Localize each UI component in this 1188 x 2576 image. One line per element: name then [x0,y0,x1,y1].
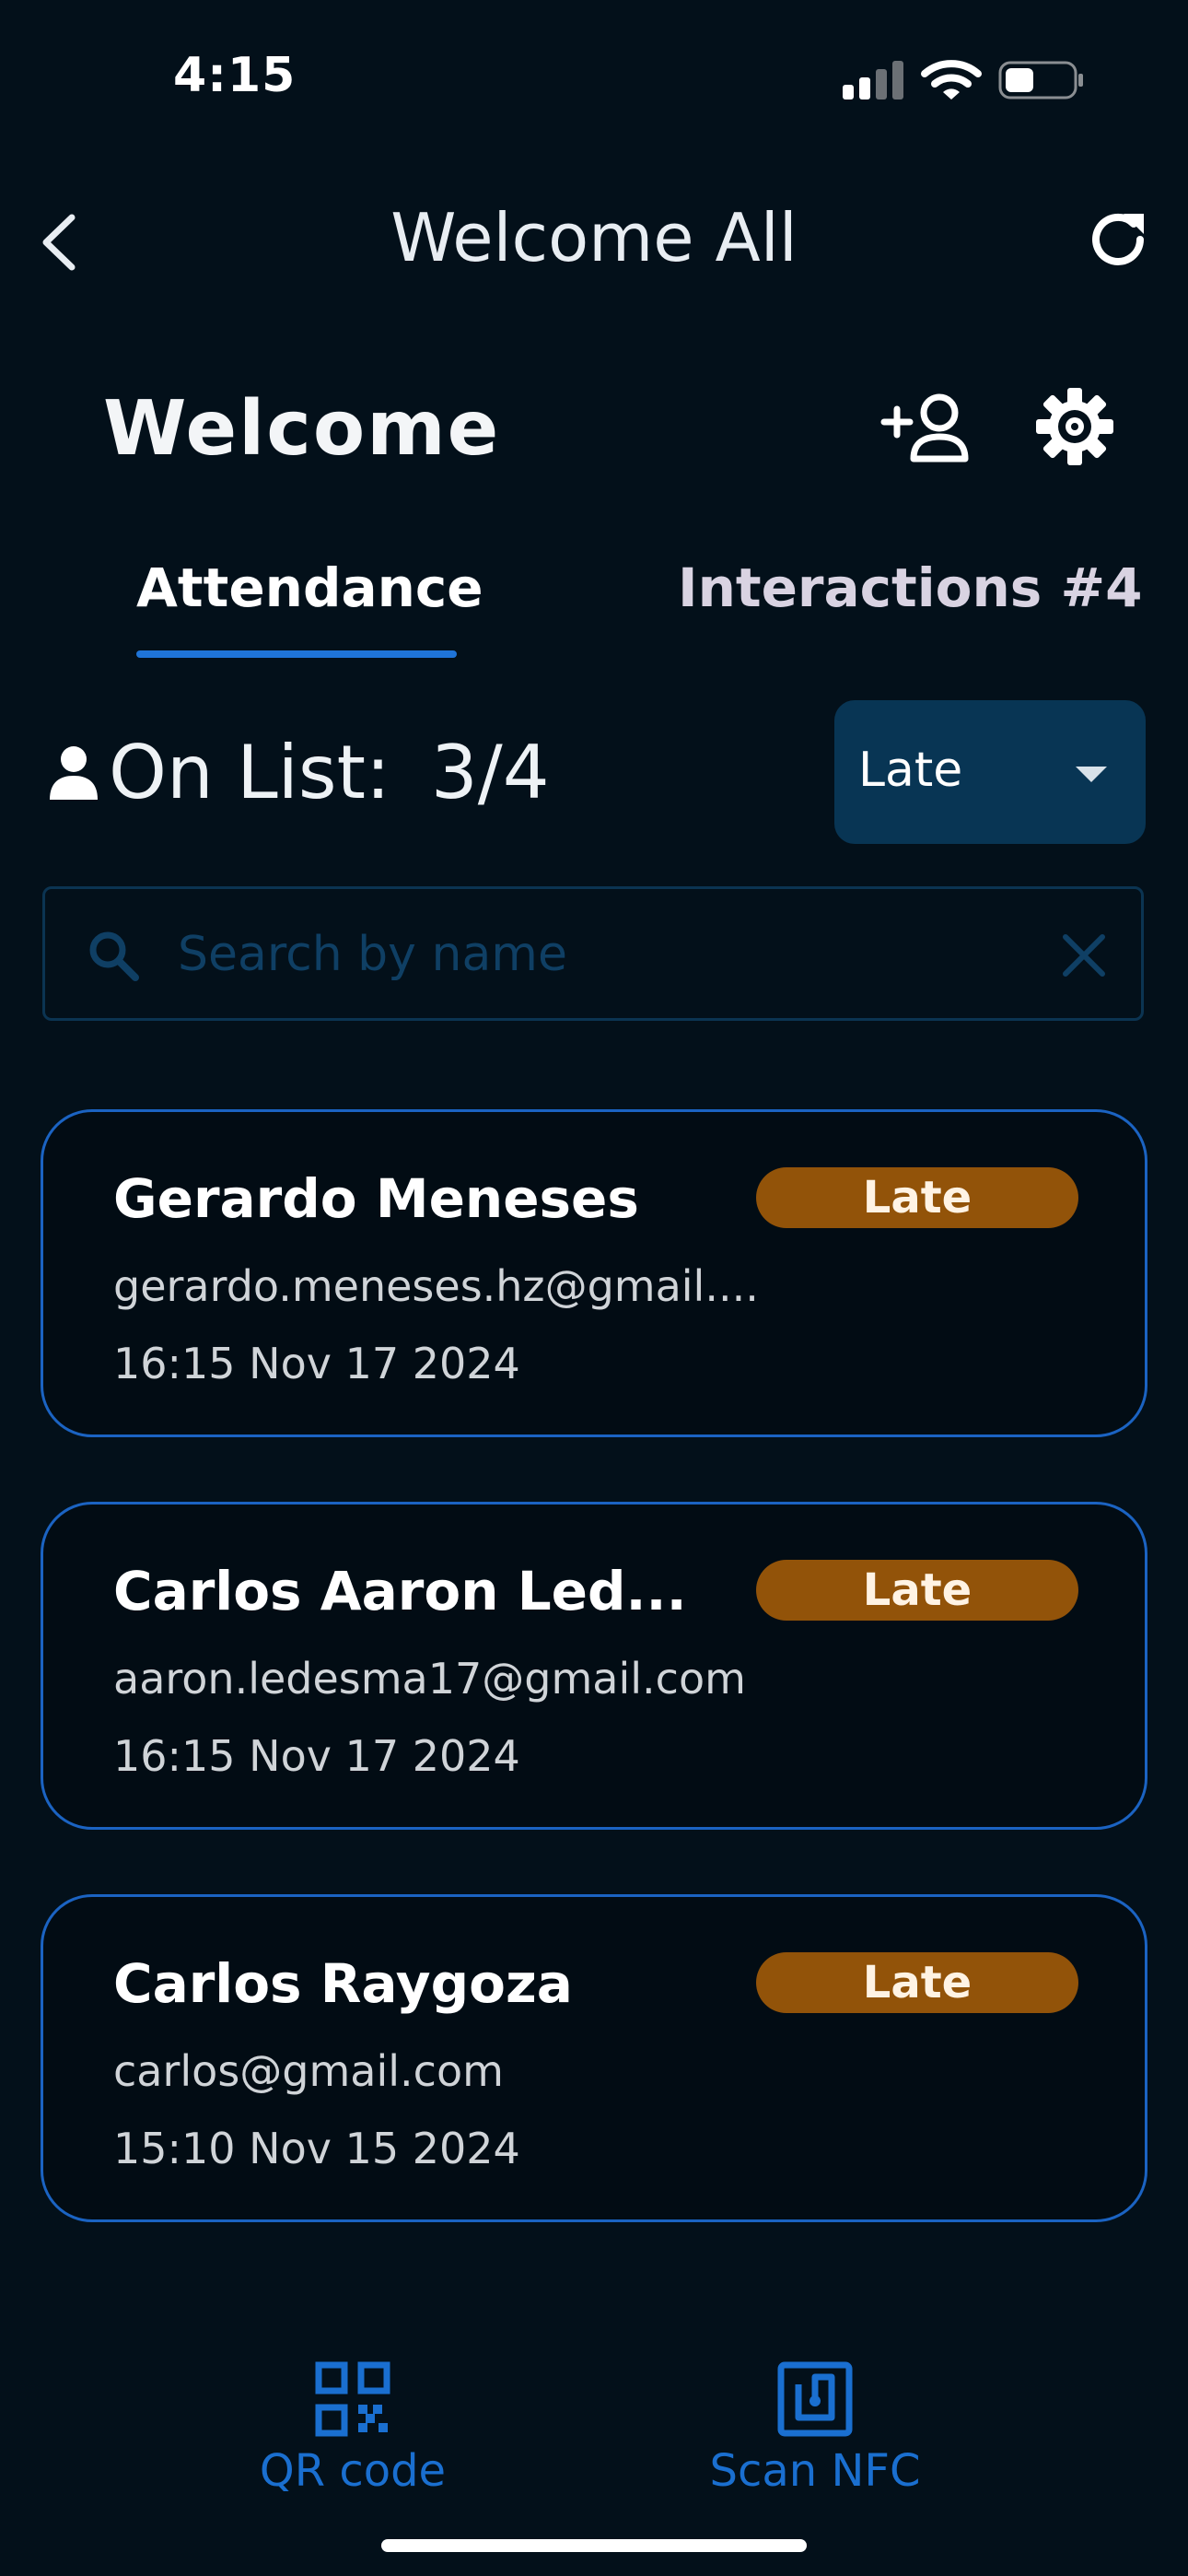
wifi-icon [921,60,982,100]
attendee-card[interactable]: Gerardo Meneses Late gerardo.meneses.hz@… [41,1109,1147,1437]
tab-interactions[interactable]: Interactions #4 [678,556,1142,619]
nfc-icon [777,2361,853,2437]
qr-code-icon [315,2361,390,2437]
qr-code-label: QR code [259,2445,447,2497]
attendee-timestamp: 16:15 Nov 17 2024 [113,1731,520,1781]
attendee-email: gerardo.meneses.hz@gmail.... [113,1261,759,1311]
on-list-count: 3/4 [430,730,550,815]
attendee-name: Gerardo Meneses [113,1167,639,1230]
attendee-card[interactable]: Carlos Raygoza Late carlos@gmail.com 15:… [41,1894,1147,2222]
status-badge: Late [756,1560,1078,1621]
scan-nfc-label: Scan NFC [709,2445,921,2497]
close-icon[interactable] [1056,928,1112,983]
page-title: Welcome [103,385,501,473]
attendee-email: carlos@gmail.com [113,2046,504,2096]
tab-attendance[interactable]: Attendance [136,556,483,619]
status-badge: Late [756,1167,1078,1228]
on-list-label: On List: [109,730,390,815]
search-box[interactable] [42,886,1144,1021]
cellular-signal-icon [843,61,903,100]
add-user-icon[interactable] [880,391,973,464]
status-badge: Late [756,1952,1078,2013]
person-icon [50,746,98,800]
status-time: 4:15 [173,48,297,103]
qr-code-button[interactable]: QR code [230,2360,475,2497]
status-filter-value: Late [858,743,963,798]
home-indicator [381,2539,807,2552]
attendee-timestamp: 15:10 Nov 15 2024 [113,2124,520,2173]
status-filter-dropdown[interactable]: Late [834,700,1146,844]
attendee-name: Carlos Aaron Led... [113,1560,687,1622]
attendee-timestamp: 16:15 Nov 17 2024 [113,1339,520,1388]
attendee-email: aaron.ledesma17@gmail.com [113,1654,746,1704]
caret-down-icon [1076,767,1107,782]
attendee-card[interactable]: Carlos Aaron Led... Late aaron.ledesma17… [41,1502,1147,1830]
battery-icon [998,61,1083,100]
gear-icon[interactable] [1035,387,1114,466]
scan-nfc-button[interactable]: Scan NFC [691,2360,939,2497]
active-tab-indicator [136,650,457,658]
attendee-name: Carlos Raygoza [113,1952,573,2015]
on-list-summary: On List: 3/4 [109,730,550,815]
refresh-icon[interactable] [1083,205,1153,275]
nav-title: Welcome All [390,199,798,276]
search-input[interactable] [178,922,1053,987]
search-icon [89,931,139,981]
